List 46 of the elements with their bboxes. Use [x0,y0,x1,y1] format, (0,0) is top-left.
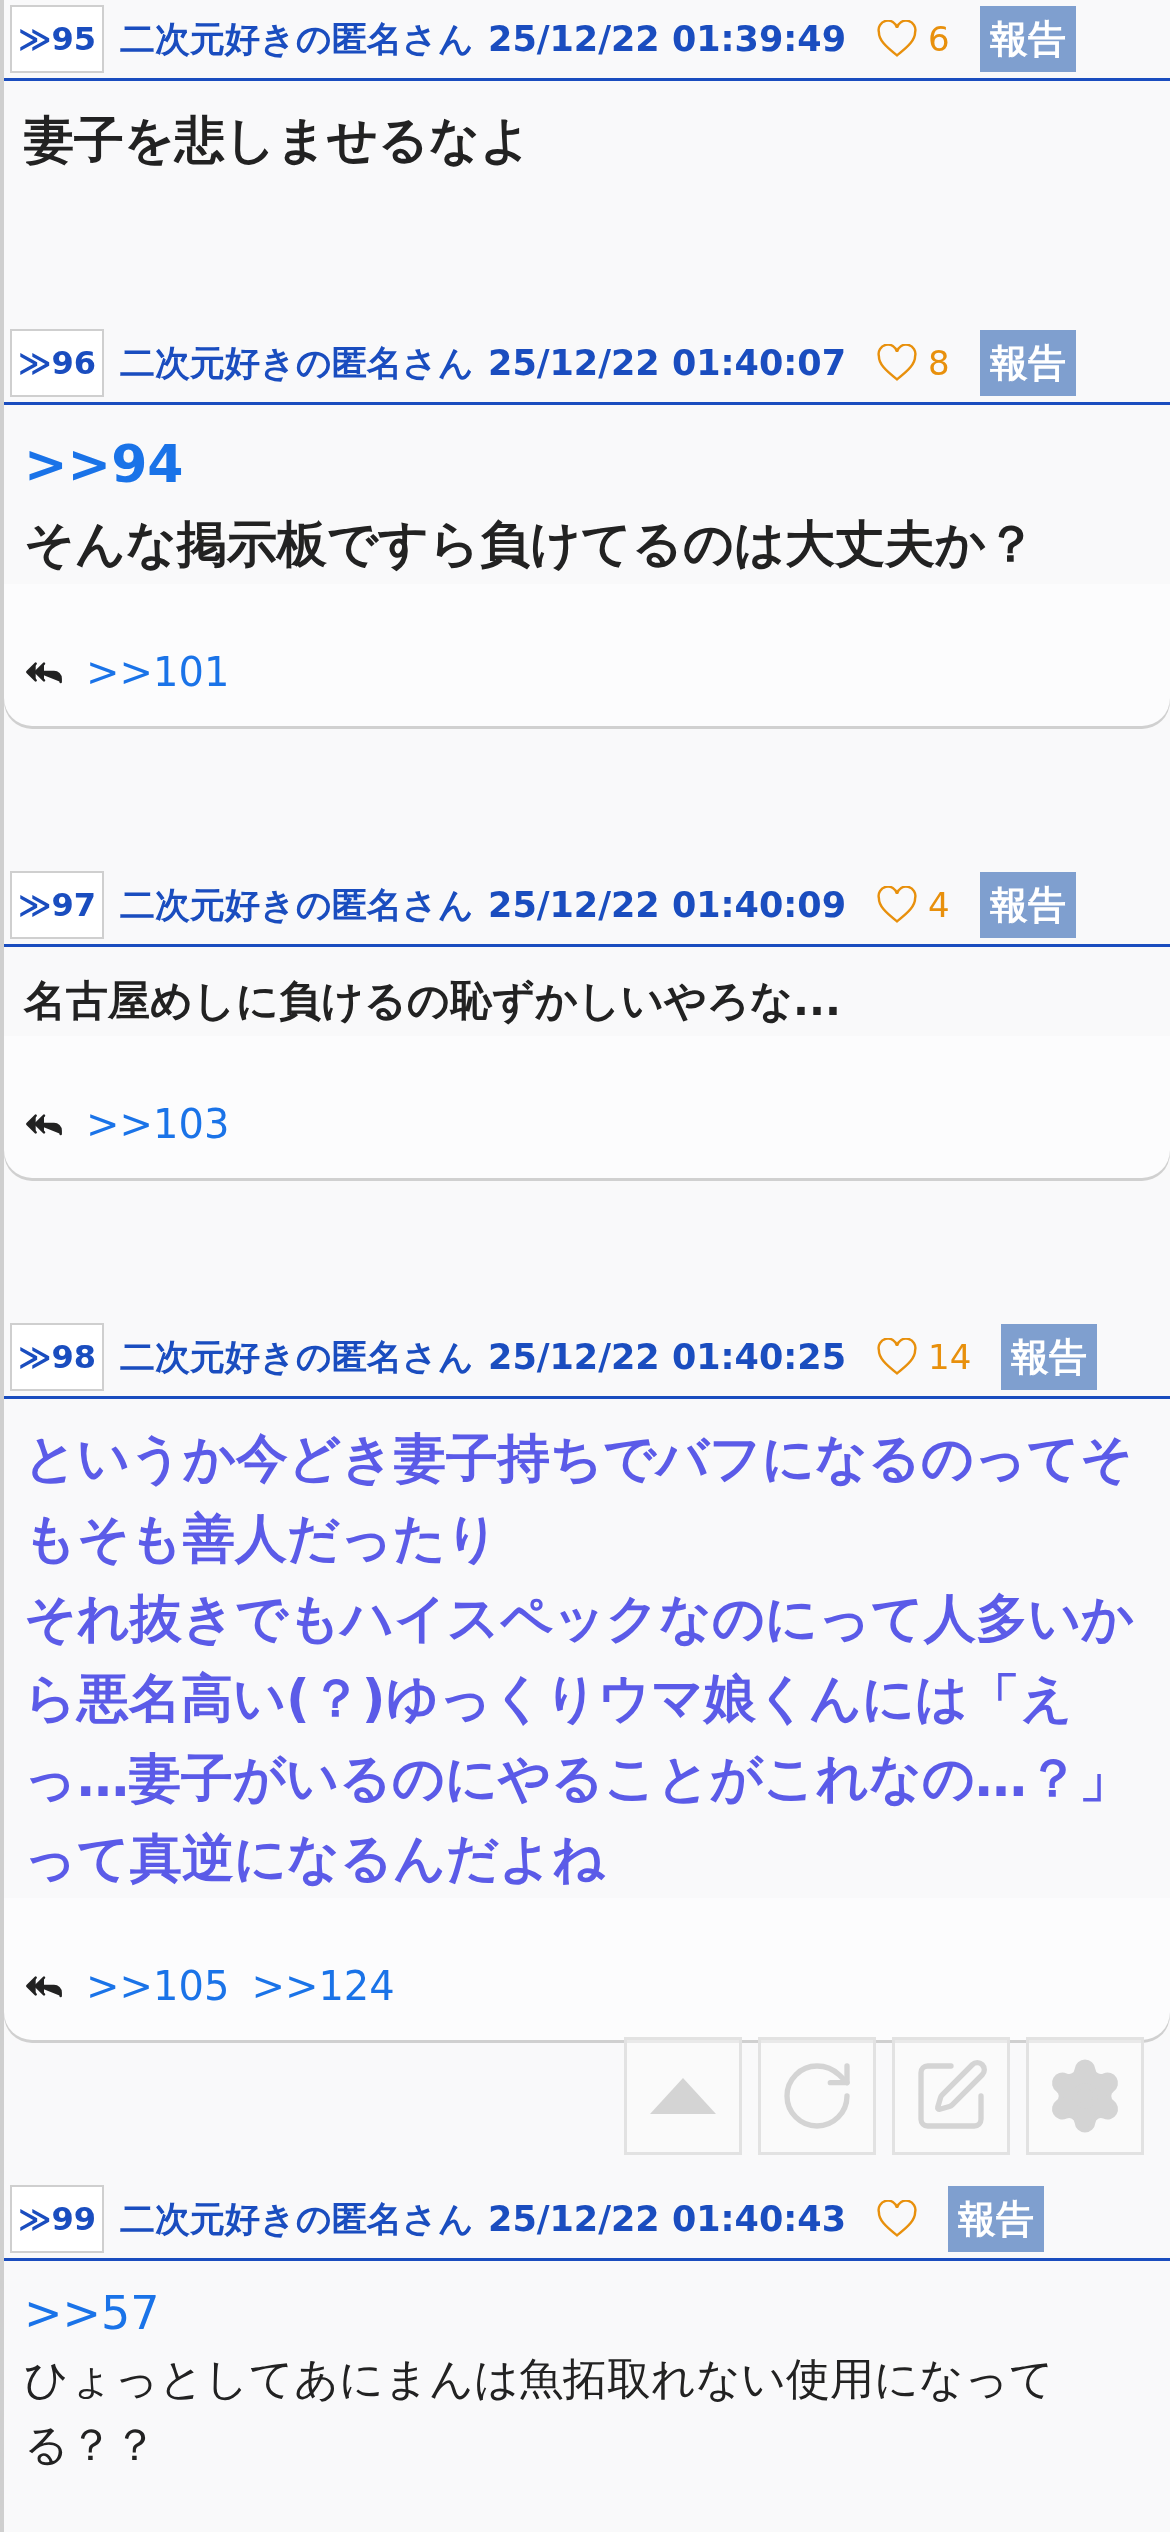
like-count: 6 [928,19,950,59]
like-count: 8 [928,343,950,383]
heart-icon [876,886,918,924]
reply-link[interactable]: >>101 [86,642,230,702]
author-name: 二次元好きの匿名さん [120,17,475,61]
reply-link[interactable]: >>105 [86,1956,230,2016]
report-button[interactable]: 報告 [979,330,1076,396]
post-date: 25/12/22 01:40:09 [488,885,846,925]
post-text: 名古屋めしに負けるの恥ずかしいやろな... [24,975,842,1027]
report-button[interactable]: 報告 [1001,1324,1098,1390]
reply-link[interactable]: >>124 [251,1956,395,2016]
post-text: というか今どき妻子持ちでバフになるのってそもそも善人だったり [24,1427,1134,1570]
post-text: ひょっとしてあにまんは魚拓取れない使用になってる？？ [24,2352,1055,2472]
post-date: 25/12/22 01:39:49 [488,19,846,59]
report-button[interactable]: 報告 [948,2186,1044,2252]
like-count: 14 [928,1337,972,1377]
post-text: 妻子を悲しませるなよ [24,110,532,171]
reply-link[interactable]: >>103 [86,1094,230,1154]
post-date: 25/12/22 01:40:25 [488,1337,846,1377]
scroll-top-button[interactable] [624,2037,742,2155]
report-button[interactable]: 報告 [979,6,1076,72]
post-text: それ抜きでもハイスペックなのにって人多いから悪名高い(？)ゆっくりウマ娘くんには「えっ…妻子がいるのにやることがこれなの…？」って真逆になるんだよね [24,1587,1135,1890]
author-name: 二次元好きの匿名さん [120,883,475,927]
post-date: 25/12/22 01:40:43 [488,2199,846,2239]
author-name: 二次元好きの匿名さん [120,1335,475,1379]
reply-anchor-link[interactable]: >>57 [24,2280,160,2346]
post-date: 25/12/22 01:40:07 [488,343,846,383]
write-button[interactable] [892,2037,1010,2155]
settings-button[interactable] [1026,2037,1144,2155]
post-number[interactable]: ≫97 [10,871,105,939]
reload-button[interactable] [758,2037,876,2155]
triangle-up-icon [648,2076,718,2116]
post-number[interactable]: ≫98 [10,1323,105,1391]
heart-icon [876,2200,918,2238]
author-name: 二次元好きの匿名さん [120,341,475,385]
post-number[interactable]: ≫99 [10,2185,105,2253]
heart-icon [876,344,918,382]
post-text: そんな掲示板ですら負けてるのは大丈夫か？ [24,514,1037,575]
post-number[interactable]: ≫95 [10,5,105,73]
report-button[interactable]: 報告 [979,872,1076,938]
author-name: 二次元好きの匿名さん [120,2197,475,2241]
like-count: 4 [928,885,950,925]
post-number[interactable]: ≫96 [10,329,105,397]
heart-icon [876,20,918,58]
heart-icon [876,1338,918,1376]
reply-anchor-link[interactable]: >>94 [24,424,184,504]
